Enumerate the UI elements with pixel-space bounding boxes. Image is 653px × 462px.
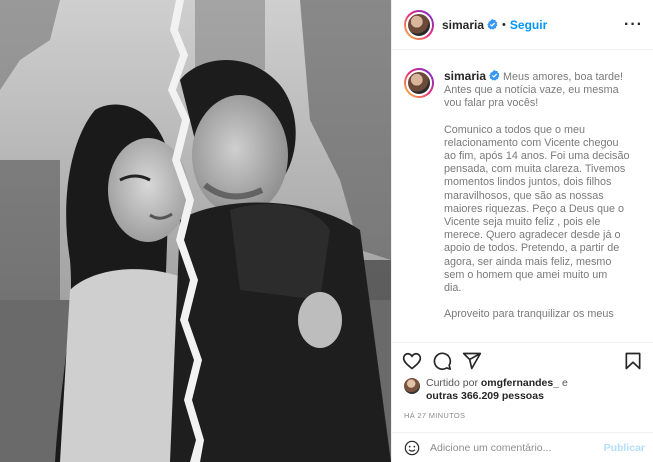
share-icon[interactable]	[462, 351, 482, 371]
post-photo[interactable]	[0, 0, 391, 462]
comment-input[interactable]	[430, 441, 604, 454]
username[interactable]: simaria	[442, 18, 484, 32]
liker-username[interactable]: omgfernandes_	[481, 377, 559, 389]
instagram-post: simaria • Seguir ··· simaria Meus amores…	[0, 0, 653, 462]
avatar[interactable]	[404, 9, 434, 40]
likes-prefix: Curtido por	[426, 377, 478, 389]
heart-icon[interactable]	[402, 351, 422, 371]
action-bar	[392, 342, 653, 378]
separator-dot: •	[502, 18, 506, 31]
caption-area: simaria Meus amores, boa tarde! Antes qu…	[392, 58, 653, 338]
publish-button[interactable]: Publicar	[604, 442, 645, 454]
caption-text: simaria Meus amores, boa tarde! Antes qu…	[444, 69, 630, 338]
likes-middle: e	[561, 377, 568, 389]
verified-badge-icon	[487, 19, 498, 30]
emoji-icon[interactable]	[404, 440, 420, 456]
caption-username[interactable]: simaria	[444, 69, 486, 83]
post-header: simaria • Seguir ···	[392, 0, 653, 50]
comment-bar: Publicar	[392, 432, 653, 462]
caption-paragraph: Comunico a todos que o meu relacionament…	[444, 123, 630, 295]
caption-avatar[interactable]	[404, 68, 434, 98]
comment-icon[interactable]	[432, 351, 452, 371]
save-bookmark-icon[interactable]	[623, 351, 643, 371]
post-timestamp[interactable]: HÁ 27 MINUTOS	[404, 411, 465, 420]
more-options-icon[interactable]: ···	[624, 16, 643, 34]
likes-summary: Curtido por omgfernandes_ e outras 366.2…	[404, 377, 645, 403]
verified-badge-icon	[489, 70, 500, 81]
follow-button[interactable]: Seguir	[510, 18, 547, 32]
couple-photo	[0, 0, 391, 462]
liker-avatar[interactable]	[404, 378, 420, 394]
post-sidebar: simaria • Seguir ··· simaria Meus amores…	[391, 0, 653, 462]
caption-paragraph: Aproveito para tranquilizar os meus	[444, 308, 614, 321]
likes-count[interactable]: outras 366.209 pessoas	[426, 390, 544, 402]
